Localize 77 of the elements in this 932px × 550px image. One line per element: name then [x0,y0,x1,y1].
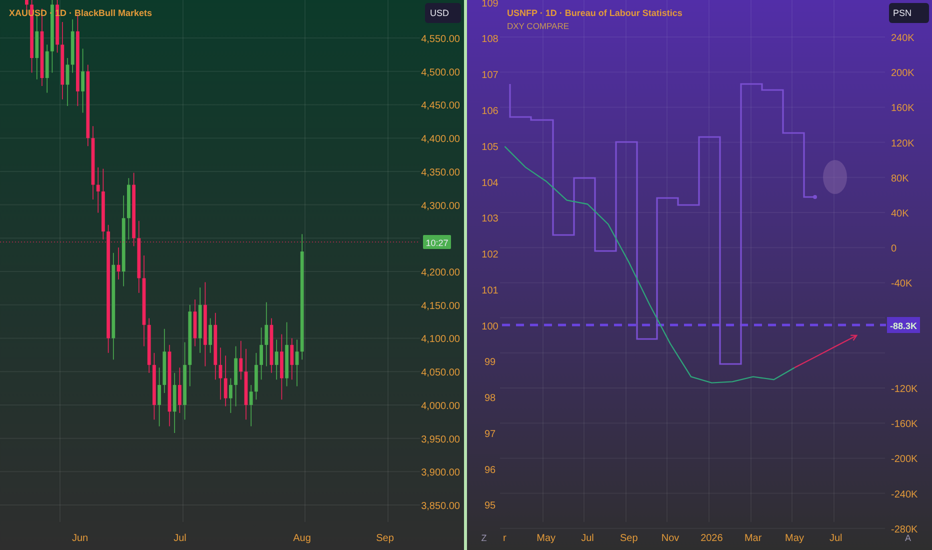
highlight-circle [823,160,847,194]
price-label: 4,450.00 [421,100,460,112]
value-label: 80K [891,173,909,184]
price-label: 4,500.00 [421,67,460,78]
index-label: 96 [484,464,496,476]
candle [280,334,284,400]
value-badge: -88.3K [887,317,920,333]
currency-button[interactable]: PSN [889,3,929,23]
date-label: r [503,533,506,544]
date-label: 2026 [700,533,723,544]
value-label: 240K [891,33,914,44]
index-label: 101 [482,285,498,296]
date-label: Jul [581,533,594,544]
value-label: -240K [891,489,918,500]
auto-scale-button[interactable]: A [905,533,911,543]
date-label: Aug [293,533,311,544]
price-label: 4,050.00 [421,368,460,379]
candle [127,178,130,240]
index-label: 99 [484,357,496,368]
date-label: Jul [830,533,842,544]
price-label: 4,350.00 [421,167,460,178]
date-label: Jun [72,533,88,544]
date-label: May [536,533,556,544]
date-label: Sep [376,533,394,544]
index-label: 107 [482,70,498,82]
value-label: -280K [891,524,918,536]
price-label: 3,900.00 [421,468,460,479]
candle [285,322,288,387]
projection-arrow [794,334,858,368]
index-label: 106 [482,106,498,117]
value-label: 0 [891,244,897,255]
date-label: Jul [174,533,186,544]
candle [178,367,182,414]
price-label: 4,300.00 [421,200,460,212]
candle [152,352,156,420]
price-label: 4,000.00 [421,400,460,412]
price-label: 4,100.00 [421,334,460,346]
value-label: -40K [891,278,912,290]
value-label: 120K [891,138,914,150]
index-label: 100 [482,321,498,332]
candle [208,318,212,354]
candle [260,327,263,380]
date-label: Nov [661,533,680,544]
candle [81,48,84,114]
value-label: 200K [891,68,914,80]
price-label: 3,950.00 [421,434,460,446]
price-label: 4,400.00 [421,134,460,146]
value-label: -160K [891,419,918,430]
candle [158,367,161,427]
index-label: 98 [484,393,496,404]
candle [229,378,232,414]
date-label: Sep [620,533,638,544]
value-label: 160K [891,103,914,114]
candle [254,352,258,400]
price-badge: 10:27 [423,235,451,249]
index-label: 95 [484,500,496,512]
price-label: 3,850.00 [421,501,460,512]
index-label: 105 [482,142,498,153]
candle [102,168,105,240]
chart-subtitle: DXY COMPARE [507,21,570,31]
price-label: 4,550.00 [421,34,460,45]
value-label: -120K [891,384,918,395]
date-label: Z [481,533,487,543]
index-label: 108 [482,34,498,46]
value-label: 40K [891,208,909,220]
currency-button[interactable]: USD [425,3,461,23]
chart-title: USNFP · 1D · Bureau of Labour Statistics [507,8,682,18]
index-label: 102 [482,250,498,260]
value-label: -200K [891,454,918,466]
date-label: Mar [744,533,762,544]
index-label: 104 [482,178,498,189]
price-label: 4,200.00 [421,268,460,279]
index-label: 103 [482,214,498,225]
date-label: May [785,533,804,544]
candle [234,346,238,407]
price-label: 4,150.00 [421,300,460,312]
index-label: 97 [484,428,496,440]
